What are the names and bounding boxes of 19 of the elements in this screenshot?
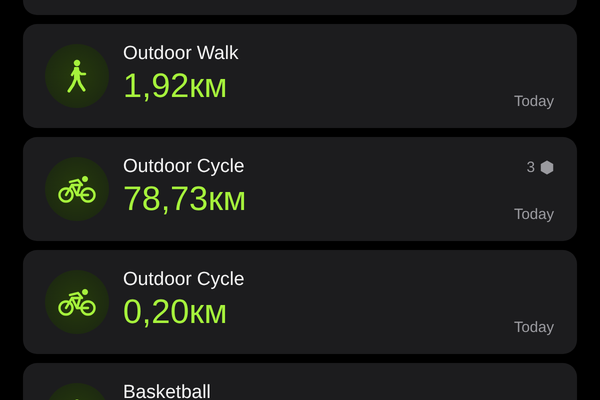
walking-person-icon xyxy=(66,59,88,93)
workout-date: Today xyxy=(514,206,554,223)
workout-title: Basketball xyxy=(123,381,212,400)
cyclist-icon xyxy=(58,175,96,203)
hexagon-icon xyxy=(540,160,554,175)
workout-date: Today xyxy=(514,93,554,110)
workout-distance: 78,73км xyxy=(123,179,248,219)
workout-title: Outdoor Walk xyxy=(123,42,240,66)
workout-title: Outdoor Cycle xyxy=(123,268,246,292)
workout-distance: 0,20км xyxy=(123,292,228,332)
workout-card[interactable]: Outdoor Walk 1,92км Today xyxy=(23,24,577,128)
badge-count: 3 xyxy=(526,159,535,176)
cyclist-icon xyxy=(58,288,96,316)
workout-card[interactable]: Outdoor Cycle 0,20км Today xyxy=(23,250,577,354)
workout-card[interactable]: Outdoor Cycle 78,73км 3 Today xyxy=(23,137,577,241)
workout-date: Today xyxy=(514,319,554,336)
workout-distance: 1,92км xyxy=(123,66,228,106)
workout-title: Outdoor Cycle xyxy=(123,155,246,179)
workout-card[interactable]: Basketball xyxy=(23,363,577,400)
